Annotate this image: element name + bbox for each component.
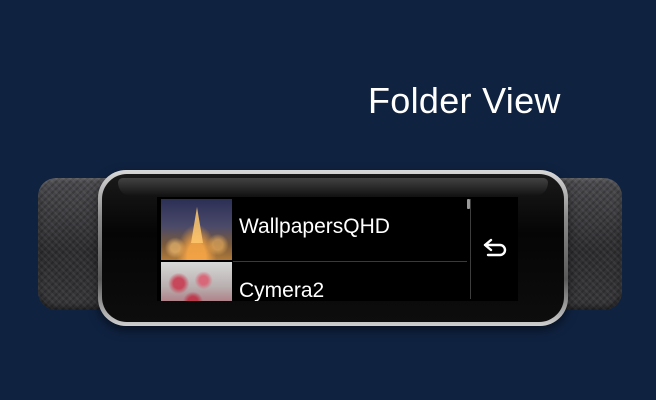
bezel-highlight xyxy=(118,178,548,196)
back-arrow-icon xyxy=(483,238,506,257)
tower-graphic xyxy=(191,207,203,243)
folder-label: Cymera2 xyxy=(239,279,325,301)
folder-thumbnail xyxy=(161,262,232,301)
folder-thumbnail xyxy=(161,199,232,260)
back-button[interactable] xyxy=(471,197,518,301)
folder-list: WallpapersQHD Cymera2 xyxy=(157,197,467,301)
page-title: Folder View xyxy=(368,80,561,121)
folder-item-wallpapersqhd[interactable]: WallpapersQHD xyxy=(157,197,467,261)
watch-screen: WallpapersQHD Cymera2 xyxy=(157,197,518,301)
folder-label: WallpapersQHD xyxy=(239,215,390,238)
folder-item-cymera2[interactable]: Cymera2 xyxy=(157,261,467,301)
